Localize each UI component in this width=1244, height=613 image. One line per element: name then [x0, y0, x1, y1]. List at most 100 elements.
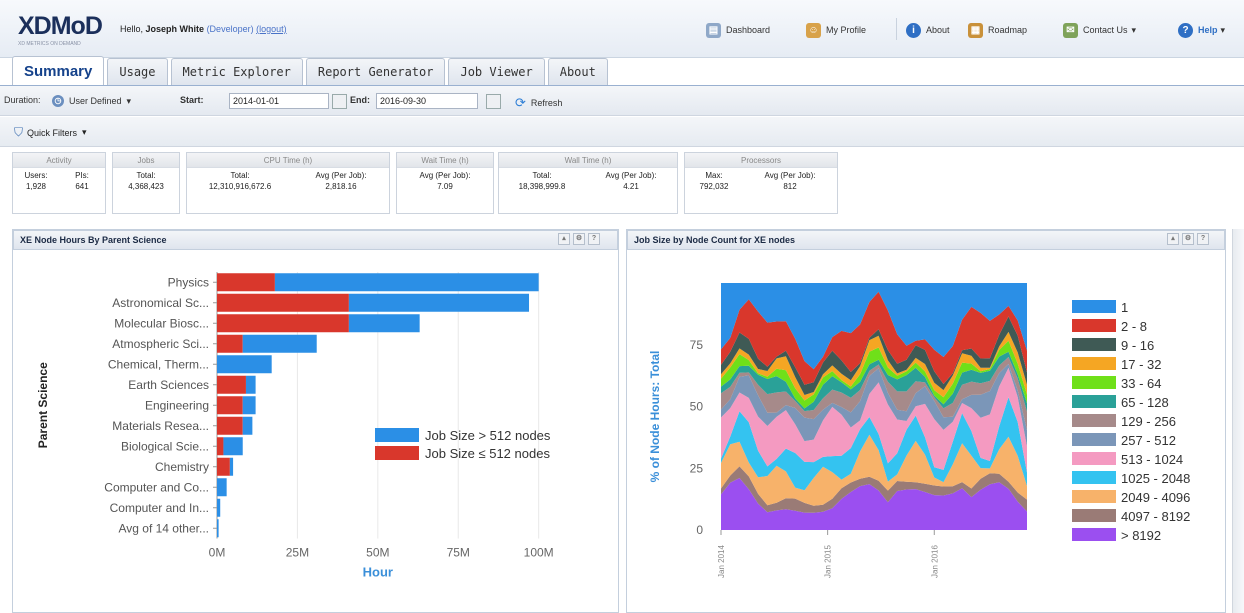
x-tick-label: Jan 2015 — [824, 545, 833, 578]
logout-link[interactable]: (logout) — [256, 24, 287, 34]
bar-segment — [217, 437, 224, 456]
xdmod-logo: XDMoD — [18, 12, 103, 40]
summary-activity: Activity Users: 1,928 PIs: 641 — [12, 152, 106, 214]
bar-segment — [217, 519, 219, 538]
clock-icon: ◷ — [52, 95, 64, 107]
category-label: Chemical, Therm... — [108, 357, 209, 371]
x-tick-label: Jan 2016 — [930, 545, 939, 578]
gear-icon[interactable]: ⚙ — [573, 233, 585, 245]
dashboard-link[interactable]: ▤ Dashboard — [706, 19, 770, 41]
legend-label: 2049 - 4096 — [1121, 490, 1190, 505]
users-value: 1,928 — [25, 182, 47, 191]
legend-swatch — [1072, 338, 1116, 351]
y-tick-label: 25 — [690, 461, 704, 475]
contact-us-label: Contact Us — [1083, 25, 1128, 35]
wall-avg-label: Avg (Per Job): — [605, 171, 657, 180]
activity-header: Activity — [13, 153, 105, 168]
chevron-down-icon: ▾ — [126, 95, 132, 106]
legend-swatch — [1072, 452, 1116, 465]
category-label: Computer and In... — [110, 501, 209, 515]
legend-label: 65 - 128 — [1121, 395, 1169, 410]
category-label: Molecular Biosc... — [114, 316, 209, 330]
start-date-input[interactable]: 2014-01-01 — [229, 93, 329, 109]
duration-select[interactable]: ◷ User Defined ▾ — [52, 95, 131, 107]
bar-segment — [217, 498, 221, 517]
cpu-avg-value: 2,818.16 — [325, 182, 357, 191]
wait-avg-value: 7.09 — [437, 182, 453, 191]
summary-processors: Processors Max: 792,032 Avg (Per Job): 812 — [684, 152, 838, 214]
legend-label: 129 - 256 — [1121, 414, 1176, 429]
end-date-input[interactable]: 2016-09-30 — [376, 93, 478, 109]
help-icon[interactable]: ? — [1197, 233, 1209, 245]
wall-avg-value: 4.21 — [623, 182, 639, 191]
legend-label: 513 - 1024 — [1121, 452, 1183, 467]
bar-segment — [217, 334, 243, 353]
category-label: Atmospheric Sci... — [112, 337, 209, 351]
legend-swatch — [1072, 376, 1116, 389]
bar-segment — [217, 273, 275, 292]
roadmap-link[interactable]: ▦ Roadmap — [968, 19, 1027, 41]
summary-wait-time: Wait Time (h) Avg (Per Job): 7.09 — [396, 152, 494, 214]
cpu-total-label: Total: — [230, 171, 250, 180]
wait-time-header: Wait Time (h) — [397, 153, 493, 168]
category-label: Astronomical Sc... — [112, 296, 209, 310]
cpu-avg-label: Avg (Per Job): — [315, 171, 367, 180]
legend-label: Job Size ≤ 512 nodes — [425, 446, 550, 461]
collapse-icon[interactable]: ▴ — [1167, 233, 1179, 245]
contact-icon: ✉ — [1063, 22, 1078, 38]
help-icon[interactable]: ? — [588, 233, 600, 245]
main-tabs: Summary Usage Metric Explorer Report Gen… — [12, 56, 611, 85]
tab-report-generator[interactable]: Report Generator — [305, 58, 446, 85]
category-label: Avg of 14 other... — [118, 521, 209, 535]
y-tick-label: 50 — [690, 400, 704, 414]
jobs-total-value: 4,368,423 — [128, 182, 164, 191]
help-link[interactable]: ? Help ▾ — [1178, 19, 1225, 41]
bar-segment — [217, 293, 349, 312]
duration-value: User Defined — [69, 96, 122, 106]
bar-segment — [223, 437, 243, 456]
wall-time-header: Wall Time (h) — [499, 153, 677, 168]
x-tick-label: 100M — [524, 546, 554, 560]
legend-swatch — [375, 446, 419, 460]
vertical-scrollbar[interactable] — [1232, 229, 1244, 613]
calendar-icon[interactable] — [332, 94, 347, 109]
calendar-icon[interactable] — [486, 94, 501, 109]
y-tick-label: 0 — [696, 523, 703, 537]
y-axis-title: Parent Science — [36, 362, 50, 448]
bar-segment — [242, 416, 253, 435]
bar-segment — [217, 396, 243, 415]
processors-max-label: Max: — [705, 171, 723, 180]
bar-segment — [217, 457, 230, 476]
users-label: Users: — [24, 171, 48, 180]
tab-summary[interactable]: Summary — [12, 56, 105, 85]
roadmap-icon: ▦ — [968, 22, 983, 38]
contact-us-link[interactable]: ✉ Contact Us ▾ — [1063, 19, 1136, 41]
tab-about[interactable]: About — [547, 58, 608, 85]
quick-filters-label: Quick Filters — [27, 127, 78, 138]
chevron-down-icon: ▾ — [1131, 24, 1137, 35]
job-size-area-chart: 0 25 50 75 % of Node Hours: Total Jan 2014 Jan… — [648, 283, 1190, 578]
start-label: Start: — [180, 95, 204, 105]
bar-segment — [242, 334, 317, 353]
jobs-total-label: Total: — [136, 171, 156, 180]
tab-metric-explorer[interactable]: Metric Explorer — [170, 58, 303, 85]
y-tick-label: 75 — [690, 338, 704, 352]
wall-total-value: 18,398,999.8 — [518, 182, 566, 191]
about-link[interactable]: i About — [906, 19, 950, 41]
legend-swatch — [375, 428, 419, 442]
tab-usage[interactable]: Usage — [107, 58, 168, 85]
help-label: Help — [1198, 25, 1218, 35]
y-axis-title: % of Node Hours: Total — [648, 351, 662, 483]
gear-icon[interactable]: ⚙ — [1182, 233, 1194, 245]
legend-label: 9 - 16 — [1121, 338, 1154, 353]
my-profile-link[interactable]: ☺ My Profile — [806, 19, 866, 41]
processors-header: Processors — [685, 153, 837, 168]
refresh-button[interactable]: ⟳ Refresh — [515, 95, 562, 111]
filter-icon: ⛉ — [14, 125, 24, 139]
legend-label: 33 - 64 — [1121, 376, 1161, 391]
bar-segment — [274, 273, 539, 292]
collapse-icon[interactable]: ▴ — [558, 233, 570, 245]
bar-segment — [217, 314, 349, 333]
tab-job-viewer[interactable]: Job Viewer — [448, 58, 545, 85]
quick-filters-button[interactable]: ⛉ Quick Filters ▾ — [14, 125, 87, 140]
